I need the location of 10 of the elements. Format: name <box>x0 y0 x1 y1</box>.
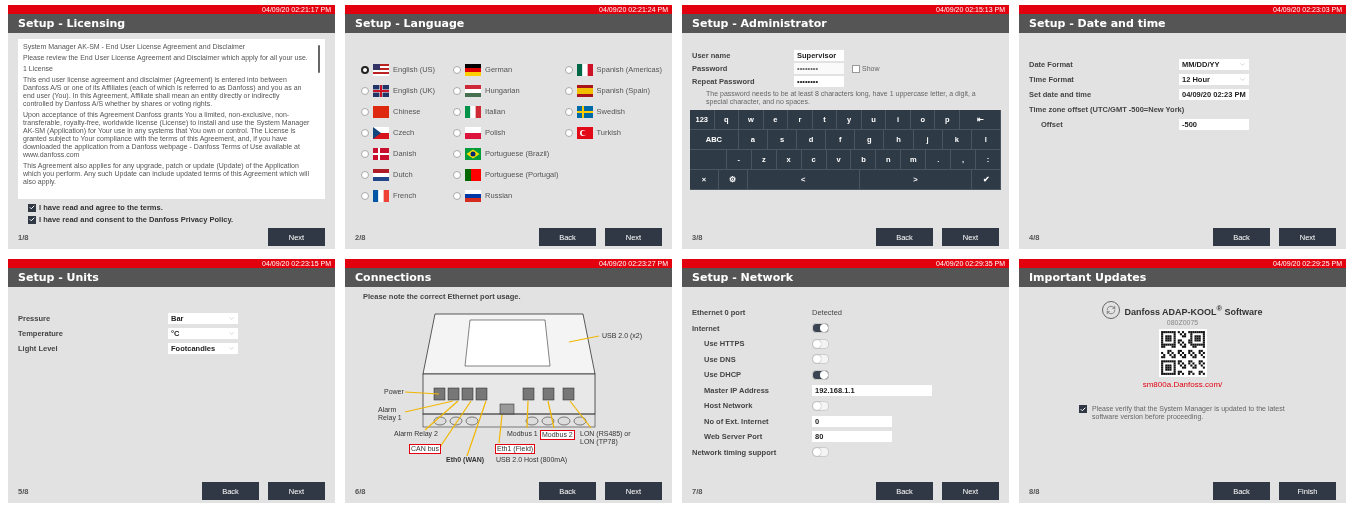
product-name: Danfoss ADAP-KOOL$^{®}$ Software <box>1124 303 1263 317</box>
screen-title: Setup - Units <box>18 271 99 284</box>
screen-title: Setup - Administrator <box>692 17 827 30</box>
screen-title: Setup - Network <box>692 271 793 284</box>
screen-title: Setup - Date and time <box>1029 17 1166 30</box>
screen-title: Connections <box>355 271 432 284</box>
screen-title: Setup - Licensing <box>18 17 126 30</box>
screen-title: Setup - Language <box>355 17 465 30</box>
update-link[interactable]: sm800a.Danfoss.com/ <box>1142 380 1223 389</box>
screen-title: Important Updates <box>1029 271 1147 284</box>
